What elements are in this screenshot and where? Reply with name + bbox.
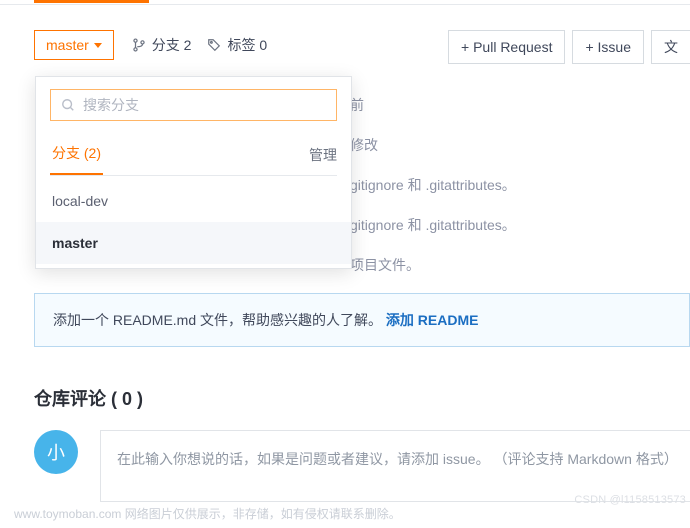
more-button[interactable]: 文 <box>651 30 690 64</box>
tag-count-label[interactable]: 标签 0 <box>227 35 267 55</box>
tag-icon <box>207 38 221 52</box>
file-list-partial: 前 修改 gitignore 和 .gitattributes。 gitigno… <box>350 86 690 286</box>
branch-list: local-dev master <box>36 176 351 268</box>
branch-selector-button[interactable]: master <box>34 30 114 60</box>
manage-link[interactable]: 管理 <box>309 145 337 175</box>
branch-search-input[interactable] <box>83 97 326 113</box>
add-readme-link[interactable]: 添加 README <box>386 312 479 328</box>
watermark: CSDN @l1158513573 <box>574 494 686 506</box>
branch-count-label[interactable]: 分支 2 <box>152 35 192 55</box>
branch-icon <box>132 38 146 52</box>
list-item: 前 <box>350 86 690 126</box>
active-tab-indicator <box>34 0 149 3</box>
list-item: 项目文件。 <box>350 246 690 286</box>
tab-branches[interactable]: 分支 (2) <box>50 137 103 175</box>
dropdown-tabs: 分支 (2) 管理 <box>50 137 337 176</box>
readme-text: 添加一个 README.md 文件，帮助感兴趣的人了解。 <box>53 312 386 328</box>
readme-banner: 添加一个 README.md 文件，帮助感兴趣的人了解。 添加 README <box>34 293 690 347</box>
list-item: 修改 <box>350 126 690 166</box>
branch-item-local-dev[interactable]: local-dev <box>36 180 351 222</box>
list-item: gitignore 和 .gitattributes。 <box>350 166 690 206</box>
issue-button[interactable]: + Issue <box>572 30 644 64</box>
branch-selector-label: master <box>46 37 89 53</box>
toolbar: master 分支 2 标签 0 + Pull Request + Issue … <box>0 5 690 60</box>
avatar[interactable]: 小 <box>34 430 78 474</box>
comment-placeholder: 在此输入你想说的话，如果是问题或者建议，请添加 issue。 （评论支持 Mar… <box>117 451 678 467</box>
branch-item-master[interactable]: master <box>36 222 351 264</box>
toolbar-right: + Pull Request + Issue 文 <box>448 30 690 64</box>
search-icon <box>61 98 75 112</box>
pull-request-button[interactable]: + Pull Request <box>448 30 565 64</box>
branch-dropdown: 分支 (2) 管理 local-dev master <box>35 76 352 269</box>
comments-heading: 仓库评论 ( 0 ) <box>34 385 143 411</box>
comment-input[interactable]: 在此输入你想说的话，如果是问题或者建议，请添加 issue。 （评论支持 Mar… <box>100 430 690 502</box>
list-item: gitignore 和 .gitattributes。 <box>350 206 690 246</box>
chevron-down-icon <box>94 43 102 48</box>
comment-composer: 小 在此输入你想说的话，如果是问题或者建议，请添加 issue。 （评论支持 M… <box>34 430 690 502</box>
footer-disclaimer: www.toymoban.com 网络图片仅供展示，非存储，如有侵权请联系删除。 <box>14 505 401 522</box>
branch-search-wrap[interactable] <box>50 89 337 121</box>
branch-meta: 分支 2 标签 0 <box>132 35 267 55</box>
